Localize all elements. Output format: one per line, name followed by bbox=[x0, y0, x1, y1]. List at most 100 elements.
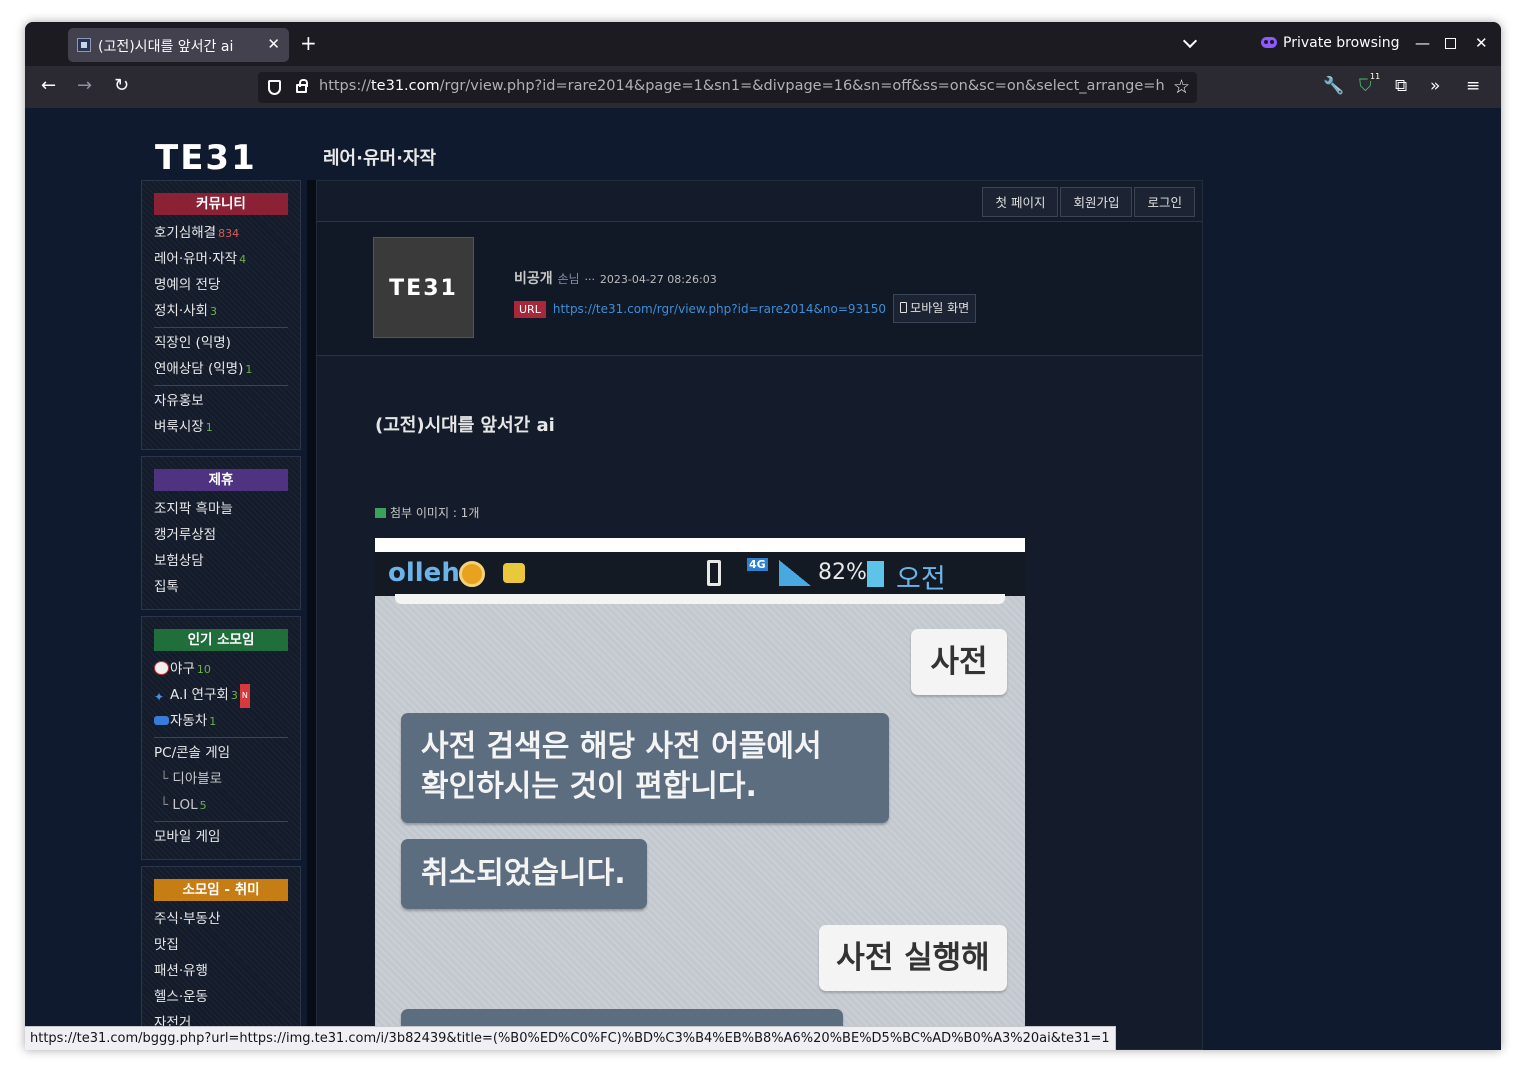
sidebar-item-ai[interactable]: ✦ A.I 연구회 3 N bbox=[154, 683, 288, 709]
sidebar-item-label: 레어·유머·자작 bbox=[154, 251, 238, 267]
private-browsing-indicator: Private browsing bbox=[1261, 35, 1400, 51]
item-count: 4 bbox=[239, 253, 247, 266]
sidebar-item-hobby[interactable]: 주식·부동산 bbox=[154, 907, 288, 933]
author-line: 비공개 손님 ··· 2023-04-27 08:26:03 bbox=[514, 268, 717, 288]
chat-app-icon bbox=[503, 563, 525, 583]
url-host: te31.com bbox=[370, 78, 440, 94]
sidebar-item-mobile-game[interactable]: 모바일 게임 bbox=[154, 825, 288, 851]
board-title[interactable]: 레어·유머·자작 bbox=[323, 144, 436, 170]
item-count: 5 bbox=[199, 799, 207, 812]
battery-icon bbox=[867, 561, 884, 587]
sidebar-item-curiosity[interactable]: 호기심해결 834 bbox=[154, 221, 288, 247]
site-logo[interactable]: TE31 bbox=[155, 138, 257, 178]
tab-title: (고전)시대를 앞서간 ai bbox=[98, 39, 234, 55]
chat-bubble-user: 사전 bbox=[911, 629, 1007, 695]
tab-bar: (고전)시대를 앞서간 ai ✕ + Private browsing — ✕ bbox=[25, 22, 1501, 66]
login-button[interactable]: 로그인 bbox=[1134, 187, 1195, 217]
hamburger-menu-icon[interactable]: ≡ bbox=[1466, 75, 1480, 97]
sidebar-item-workers[interactable]: 직장인 (익명) bbox=[154, 331, 288, 357]
sidebar-item-car[interactable]: 자동차 1 bbox=[154, 709, 288, 735]
sidebar-item-partner[interactable]: 조지팍 흑마늘 bbox=[154, 497, 288, 523]
attached-image[interactable]: olleh 4G 82% 오전 10:47 사전 사전 검색은 해당 사전 어플… bbox=[375, 538, 1025, 1050]
close-tab-icon[interactable]: ✕ bbox=[267, 35, 280, 53]
list-all-tabs-chevron-down-icon[interactable] bbox=[1182, 33, 1198, 49]
sidebar-item-promo[interactable]: 자유홍보 bbox=[154, 389, 288, 415]
sidebar-item-label: 자동차 bbox=[170, 713, 208, 729]
sidebar-item-baseball[interactable]: 야구 10 bbox=[154, 657, 288, 683]
navigation-toolbar: ← → ↻ https://te31.com/rgr/view.php?id=r… bbox=[25, 66, 1501, 108]
chat-bubble-assistant: 사전 검색은 해당 사전 어플에서 확인하시는 것이 편합니다. bbox=[401, 713, 889, 823]
baseball-icon bbox=[154, 661, 169, 675]
maximize-icon[interactable] bbox=[1445, 38, 1456, 49]
chat-line: 확인하시는 것이 편합니다. bbox=[421, 769, 757, 804]
sidebar: 커뮤니티 호기심해결 834 레어·유머·자작 4 명예의 전당 정치·사회 3 직장… bbox=[141, 180, 301, 1050]
sidebar-item-label: 명예의 전당 bbox=[154, 277, 221, 293]
chat-bubble-user: 사전 실행해 bbox=[819, 925, 1007, 991]
minimize-icon[interactable]: — bbox=[1415, 34, 1430, 52]
site-favicon-icon bbox=[77, 38, 91, 52]
sidebar-item-label: 자유홍보 bbox=[154, 393, 204, 409]
item-count: 834 bbox=[218, 227, 240, 240]
sidebar-item-partner[interactable]: 캥거루상점 bbox=[154, 523, 288, 549]
sidebar-item-label: 직장인 (익명) bbox=[154, 335, 231, 351]
divider bbox=[154, 737, 288, 738]
back-arrow-icon[interactable]: ← bbox=[41, 75, 56, 97]
sidebar-item-diablo[interactable]: 디아블로 bbox=[154, 767, 288, 793]
sidebar-item-flea-market[interactable]: 벼룩시장 1 bbox=[154, 415, 288, 441]
close-window-icon[interactable]: ✕ bbox=[1475, 34, 1488, 52]
sidebar-item-label: LOL bbox=[172, 797, 198, 813]
first-page-button[interactable]: 첫 페이지 bbox=[982, 187, 1059, 217]
address-bar[interactable]: https://te31.com/rgr/view.php?id=rare201… bbox=[258, 72, 1197, 103]
url-scheme: https:// bbox=[319, 78, 371, 94]
sparkle-icon: ✦ bbox=[154, 690, 165, 704]
sidebar-item-dating[interactable]: 연애상담 (익명) 1 bbox=[154, 357, 288, 383]
attachment-info: 첨부 이미지 : 1개 bbox=[375, 504, 479, 521]
url-tag: URL bbox=[514, 301, 546, 318]
mobile-view-label: 모바일 화면 bbox=[910, 301, 970, 315]
image-top-strip bbox=[375, 538, 1025, 552]
notification-circle-icon bbox=[459, 561, 485, 587]
sidebar-item-label: 호기심해결 bbox=[154, 225, 217, 241]
author-name[interactable]: 비공개 bbox=[514, 271, 553, 287]
item-count: 3 bbox=[209, 305, 217, 318]
mobile-view-button[interactable]: 모바일 화면 bbox=[893, 294, 977, 323]
sidebar-popular-box: 인기 소모임 야구10 ✦ A.I 연구회3N 자동차1 PC/콘솔 게임 디아블… bbox=[141, 616, 301, 860]
forward-arrow-icon[interactable]: → bbox=[77, 75, 92, 97]
sidebar-item-hobby[interactable]: 맛집 bbox=[154, 933, 288, 959]
sidebar-item-partner[interactable]: 보험상담 bbox=[154, 549, 288, 575]
top-buttons: 첫 페이지 회원가입 로그인 bbox=[980, 187, 1195, 217]
new-tab-icon[interactable]: + bbox=[300, 32, 317, 54]
phone-icon bbox=[900, 302, 908, 313]
sidebar-item-label: 연애상담 (익명) bbox=[154, 361, 244, 377]
wrench-icon[interactable]: 🔧 bbox=[1323, 75, 1344, 97]
reload-icon[interactable]: ↻ bbox=[114, 75, 129, 97]
avatar: TE31 bbox=[373, 237, 474, 338]
sidebar-community-box: 커뮤니티 호기심해결 834 레어·유머·자작 4 명예의 전당 정치·사회 3 직장… bbox=[141, 180, 301, 450]
sidebar-item-hobby[interactable]: 패션·유행 bbox=[154, 959, 288, 985]
extensions-puzzle-icon[interactable]: ⧉ bbox=[1395, 75, 1407, 97]
sidebar-item-politics[interactable]: 정치·사회 3 bbox=[154, 299, 288, 325]
tab-active[interactable]: (고전)시대를 앞서간 ai ✕ bbox=[68, 28, 289, 62]
sidebar-header-community: 커뮤니티 bbox=[154, 193, 288, 215]
lock-icon[interactable] bbox=[296, 79, 308, 93]
sidebar-item-games[interactable]: PC/콘솔 게임 bbox=[154, 741, 288, 767]
sidebar-item-label: 정치·사회 bbox=[154, 303, 208, 319]
battery-percent: 82% bbox=[818, 560, 867, 585]
sidebar-item-lol[interactable]: LOL5 bbox=[154, 793, 288, 819]
sidebar-item-rare-humor[interactable]: 레어·유머·자작 4 bbox=[154, 247, 288, 273]
join-button[interactable]: 회원가입 bbox=[1060, 187, 1133, 217]
overflow-chevrons-icon[interactable]: » bbox=[1430, 75, 1440, 97]
tracking-protection-shield-icon[interactable] bbox=[268, 80, 281, 95]
divider bbox=[154, 327, 288, 328]
bookmark-star-icon[interactable]: ☆ bbox=[1173, 76, 1190, 98]
item-count: 1 bbox=[205, 421, 213, 434]
sidebar-item-hobby[interactable]: 헬스·운동 bbox=[154, 985, 288, 1011]
sidebar-item-partner[interactable]: 집톡 bbox=[154, 575, 288, 601]
sidebar-item-label: 야구 bbox=[170, 661, 195, 677]
previous-bubble-edge bbox=[395, 594, 1005, 604]
item-count: 1 bbox=[245, 363, 253, 376]
sidebar-item-hall-of-fame[interactable]: 명예의 전당 bbox=[154, 273, 288, 299]
post-date: 2023-04-27 08:26:03 bbox=[599, 273, 717, 286]
post-url-link[interactable]: https://te31.com/rgr/view.php?id=rare201… bbox=[553, 302, 886, 316]
url-text[interactable]: https://te31.com/rgr/view.php?id=rare201… bbox=[319, 78, 1164, 94]
